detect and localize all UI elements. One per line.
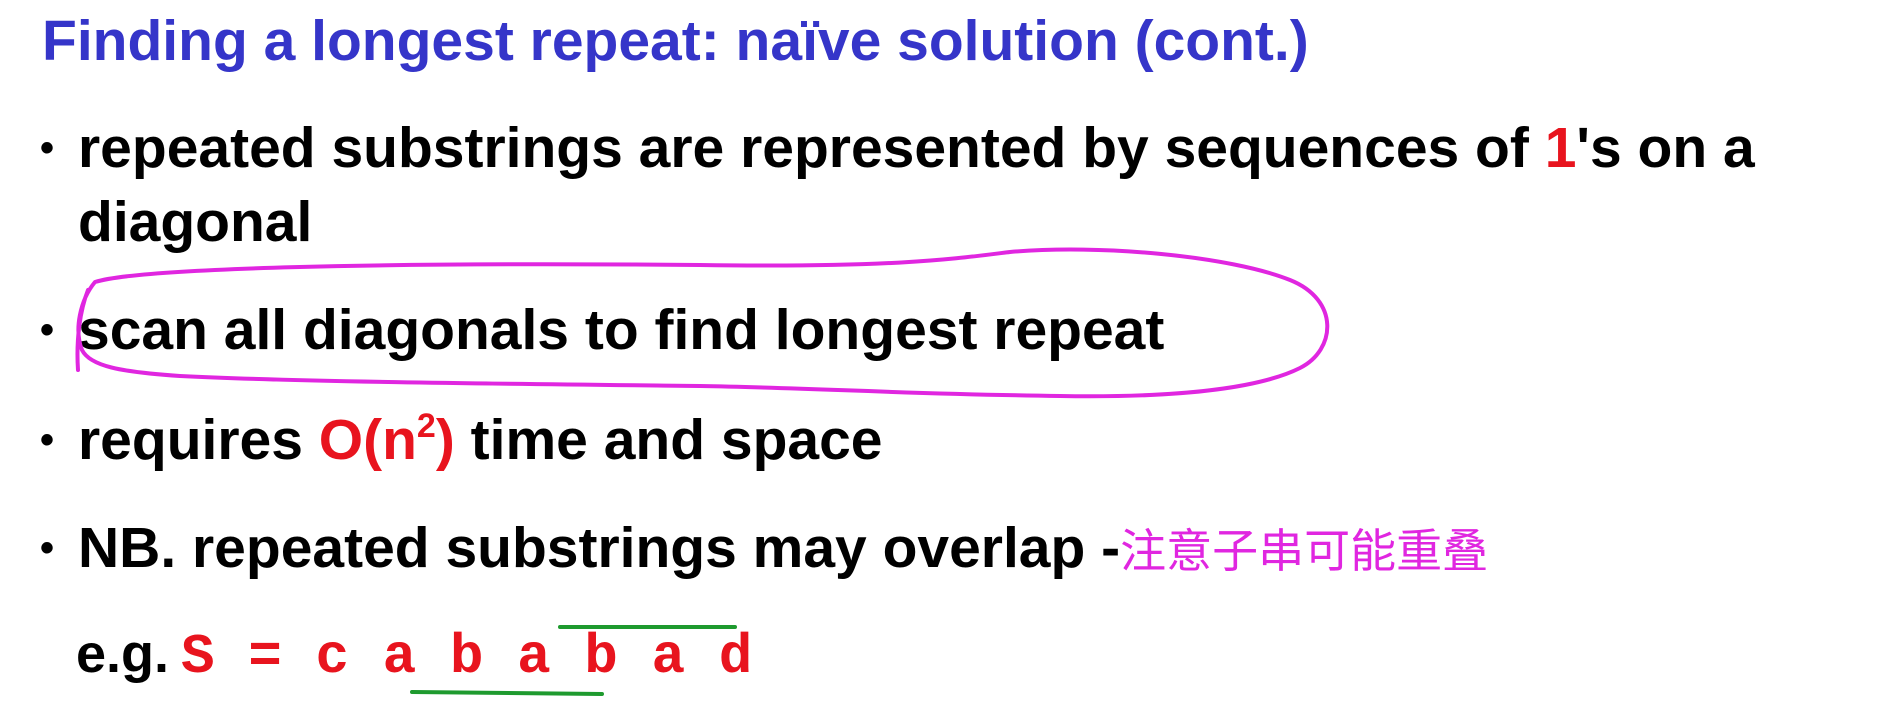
bullet-text-end: time and space <box>454 408 883 472</box>
bullet-item-complexity: • requires O(n2) time and space <box>40 404 883 476</box>
bullet-dot: • <box>40 418 55 462</box>
example-line: e.g. S = c a b a b a d <box>76 618 752 704</box>
complexity-exponent: 2 <box>416 407 436 445</box>
bullet-item-scan-diagonals: • scan all diagonals to find longest repe… <box>40 294 1164 366</box>
complexity-notation: O(n2) <box>319 408 455 472</box>
bullet-item-repeated-substrings: • repeated substrings are represented by … <box>40 112 1755 184</box>
bullet-text: NB. repeated substrings may overlap - <box>78 516 1121 580</box>
highlight-one: 1 <box>1544 116 1577 180</box>
bullet-text: scan all diagonals to find longest repea… <box>78 298 1165 362</box>
handwritten-annotation: 注意子串可能重叠 <box>1120 524 1489 578</box>
bullet-dot: • <box>40 526 55 570</box>
bullet-dot: • <box>40 308 55 352</box>
bullet-continuation: diagonal <box>78 190 313 254</box>
bullet-text: requires <box>78 408 319 472</box>
bullet-dot: • <box>40 126 55 170</box>
bullet-text-end: 's on a <box>1576 116 1755 180</box>
bullet-text: repeated substrings are represented by s… <box>78 116 1545 180</box>
bullet-item-overlap-note: • NB. repeated substrings may overlap -注意… <box>40 512 1488 587</box>
example-prefix: e.g. <box>76 624 170 684</box>
example-string: S = c a b a b a d <box>181 625 753 689</box>
complexity-base: O(n <box>318 408 417 472</box>
slide-title: Finding a longest repeat: naïve solution… <box>42 9 1309 73</box>
complexity-close: ) <box>435 408 455 472</box>
